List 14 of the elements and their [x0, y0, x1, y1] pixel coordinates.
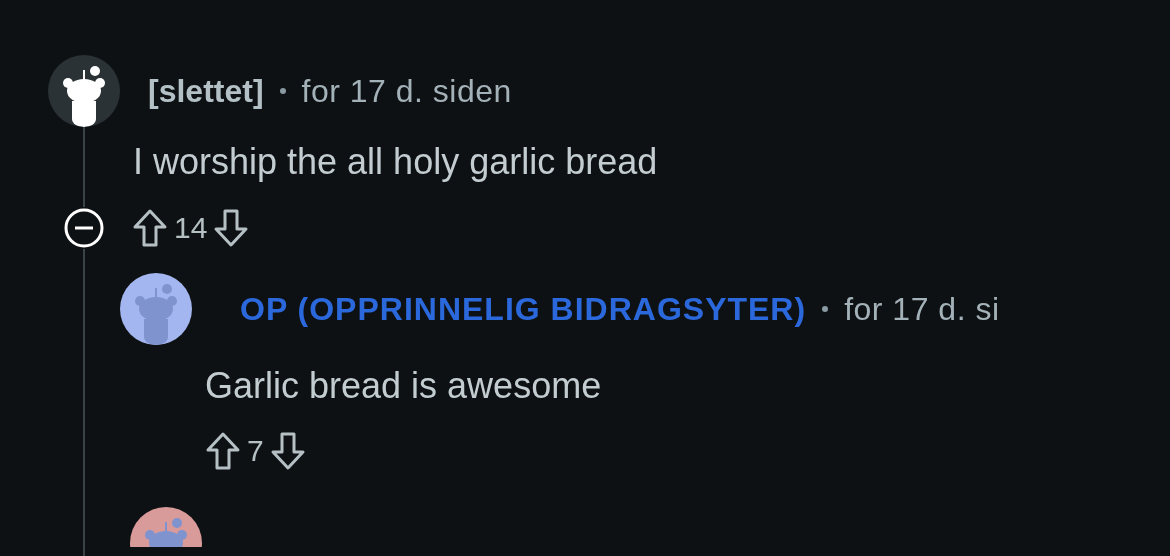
comment-text: I worship the all holy garlic bread — [133, 141, 659, 183]
upvote-icon[interactable] — [205, 431, 241, 471]
comment-text: Garlic bread is awesome — [205, 365, 603, 407]
timestamp: for 17 d. siden — [301, 72, 512, 110]
upvote-icon[interactable] — [132, 208, 168, 248]
separator-dot — [279, 88, 286, 94]
downvote-icon[interactable] — [269, 431, 306, 471]
vote-count: 14 — [174, 211, 208, 245]
separator-dot — [822, 306, 829, 312]
username[interactable]: OP (OPPRINNELIG BIDRAGSYTER) — [240, 290, 807, 328]
downvote-icon[interactable] — [213, 208, 250, 248]
username[interactable]: [slettet] — [148, 72, 264, 110]
timestamp: for 17 d. si — [844, 290, 1000, 328]
vote-count: 7 — [247, 434, 264, 468]
